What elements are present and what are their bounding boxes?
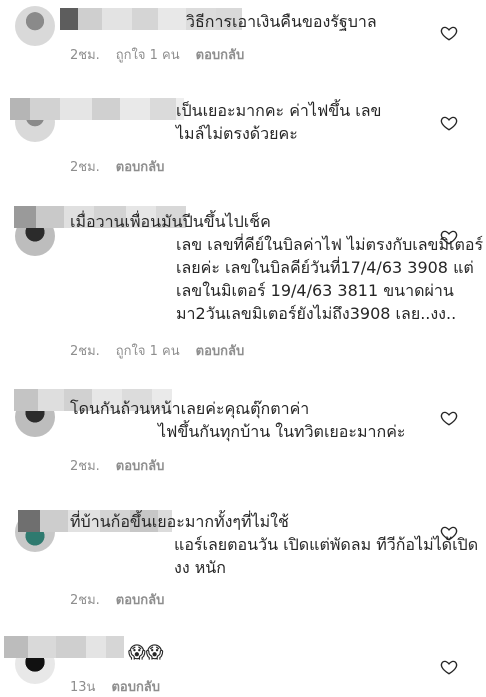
comment-text: โดนกันถ้วนหน้าเลยค่ะคุณตุ๊กตาค่า ไฟขึ้นก… <box>70 399 406 441</box>
reply-button[interactable]: ตอบกลับ <box>196 44 245 65</box>
username-redacted <box>4 636 124 658</box>
comment-5: ที่บ้านก้อขึ้นเยอะมากทั้งๆที่ไม่ใช้ แอร์… <box>0 500 486 615</box>
comment-6: 😱😱 13น ตอบกลับ <box>0 632 486 696</box>
comment-time: 2ชม. <box>70 459 100 474</box>
reply-button[interactable]: ตอบกลับ <box>196 340 245 361</box>
heart-outline-icon[interactable] <box>440 114 458 132</box>
comment-time: 2ชม. <box>70 344 100 359</box>
commenter-avatar[interactable] <box>15 6 55 46</box>
comment-meta: 2ชม. ถูกใจ 1 คน ตอบกลับ <box>70 340 244 361</box>
comment-text: เป็นเยอะมากคะ ค่าไฟขึ้น เลข ไมล์ไม่ตรงด้… <box>176 101 382 143</box>
comment-text: เมื่อวานเพื่อนมันปีนขึ้นไปเช็ค เลข เลขที… <box>70 212 484 323</box>
comment-3: เมื่อวานเพื่อนมันปีนขึ้นไปเช็ค เลข เลขที… <box>0 200 486 360</box>
heart-outline-icon[interactable] <box>440 524 458 542</box>
comment-1: วิธีการเอาเงินคืนของรัฐบาล 2ชม. ถูกใจ 1 … <box>0 0 486 65</box>
comment-time: 2ชม. <box>70 160 100 175</box>
reply-button[interactable]: ตอบกลับ <box>116 589 165 610</box>
comment-likes[interactable]: ถูกใจ 1 คน <box>116 340 180 361</box>
comment-meta: 2ชม. ตอบกลับ <box>70 156 164 177</box>
comment-text: ที่บ้านก้อขึ้นเยอะมากทั้งๆที่ไม่ใช้ แอร์… <box>70 512 479 577</box>
comment-meta: 2ชม. ตอบกลับ <box>70 455 164 476</box>
comment-text: วิธีการเอาเงินคืนของรัฐบาล <box>186 12 377 31</box>
comment-time: 2ชม. <box>70 593 100 608</box>
reply-button[interactable]: ตอบกลับ <box>116 156 165 177</box>
comment-likes[interactable]: ถูกใจ 1 คน <box>116 44 180 65</box>
heart-outline-icon[interactable] <box>440 658 458 676</box>
reply-button[interactable]: ตอบกลับ <box>116 455 165 476</box>
comment-time: 2ชม. <box>70 48 100 63</box>
username-redacted <box>10 98 184 120</box>
comment-time: 13น <box>70 680 96 695</box>
reply-button[interactable]: ตอบกลับ <box>111 676 160 697</box>
comment-meta: 2ชม. ตอบกลับ <box>70 589 164 610</box>
heart-outline-icon[interactable] <box>440 409 458 427</box>
heart-outline-icon[interactable] <box>440 228 458 246</box>
comment-meta: 2ชม. ถูกใจ 1 คน ตอบกลับ <box>70 44 244 65</box>
heart-outline-icon[interactable] <box>440 24 458 42</box>
comment-2: เป็นเยอะมากคะ ค่าไฟขึ้น เลข ไมล์ไม่ตรงด้… <box>0 90 486 175</box>
comment-text: 😱😱 <box>128 643 164 663</box>
comment-meta: 13น ตอบกลับ <box>70 676 160 697</box>
comment-4: โดนกันถ้วนหน้าเลยค่ะคุณตุ๊กตาค่า ไฟขึ้นก… <box>0 385 486 475</box>
